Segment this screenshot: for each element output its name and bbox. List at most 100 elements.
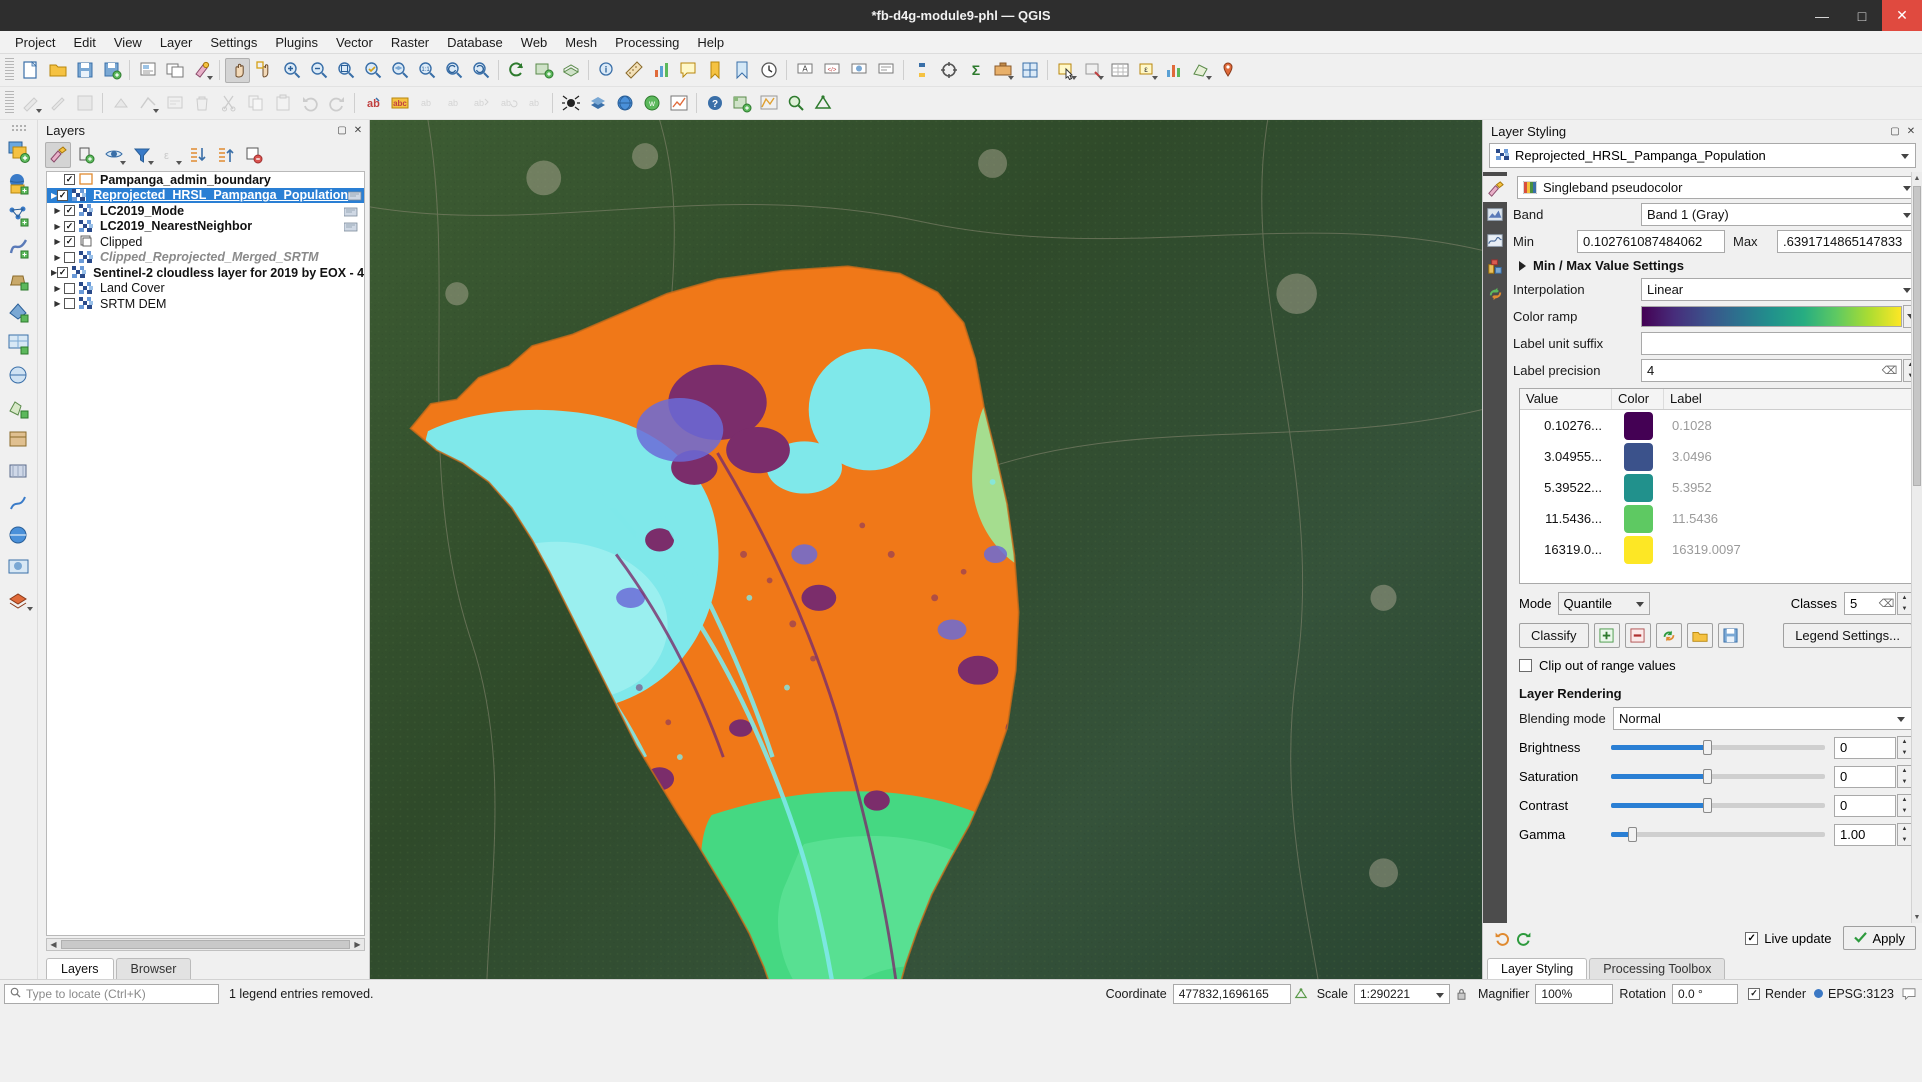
geometry-checker-icon[interactable] — [810, 91, 835, 116]
zoom-native-icon[interactable]: 1:1 — [414, 58, 439, 83]
save-project-icon[interactable] — [72, 58, 97, 83]
saturation-slider[interactable] — [1611, 769, 1825, 784]
pan-map-icon[interactable] — [225, 57, 250, 83]
load-ramp-icon[interactable] — [1686, 623, 1713, 648]
layers-tree[interactable]: ✓ Pampanga_admin_boundary ▶ ✓ Reprojecte… — [46, 171, 365, 936]
class-color-swatch[interactable] — [1612, 535, 1664, 564]
add-class-icon[interactable] — [1593, 623, 1620, 648]
maximize-button[interactable]: □ — [1842, 0, 1882, 31]
class-color-swatch[interactable] — [1612, 442, 1664, 471]
menu-plugins[interactable]: Plugins — [266, 33, 327, 52]
layer-row-clipped-reprojected-merged-srtm[interactable]: ▶ Clipped_Reprojected_Merged_SRTM — [47, 250, 364, 266]
styling-layer-selector[interactable]: Reprojected_HRSL_Pampanga_Population — [1489, 143, 1916, 168]
classify-button[interactable]: Classify — [1519, 623, 1589, 648]
brightness-input[interactable]: 0 — [1834, 736, 1896, 759]
slider-knob[interactable] — [1703, 740, 1713, 755]
toolbar-grip[interactable] — [5, 91, 14, 115]
new-bookmark-icon[interactable] — [702, 58, 727, 83]
layer-visibility-checkbox[interactable]: ✓ — [57, 267, 69, 279]
live-update-checkbox-row[interactable]: ✓ Live update — [1745, 931, 1831, 946]
paste-features-icon[interactable] — [270, 91, 295, 116]
text-annotation-icon[interactable]: A — [792, 58, 817, 83]
contrast-input[interactable]: 0 — [1834, 794, 1896, 817]
table-row[interactable]: 0.10276... 0.1028 — [1520, 410, 1911, 441]
contrast-slider[interactable] — [1611, 798, 1825, 813]
layer-visibility-checkbox[interactable] — [64, 251, 75, 263]
new-memory-layer-icon[interactable] — [4, 456, 34, 486]
layer-row-reprojected-hrsl-pampanga-population[interactable]: ▶ ✓ Reprojected_HRSL_Pampanga_Population — [47, 187, 364, 203]
open-attribute-table-icon[interactable] — [1107, 58, 1132, 83]
class-label[interactable]: 11.5436 — [1664, 511, 1911, 526]
layer-visibility-checkbox[interactable]: ✓ — [64, 205, 75, 217]
class-color-swatch[interactable] — [1612, 473, 1664, 502]
layer-visibility-checkbox[interactable]: ✓ — [64, 220, 75, 232]
class-color-swatch[interactable] — [1612, 411, 1664, 440]
histogram-tab-icon[interactable] — [1484, 228, 1506, 254]
toolbar-grip[interactable] — [5, 58, 14, 82]
label-toolbar-icon[interactable]: ab — [360, 91, 385, 116]
pyramids-tab-icon[interactable] — [1484, 280, 1506, 306]
search-plugin-icon[interactable] — [783, 91, 808, 116]
minmax-value-settings-expander[interactable]: Min / Max Value Settings — [1519, 258, 1918, 273]
tab-processing-toolbox[interactable]: Processing Toolbox — [1589, 958, 1726, 979]
add-point-layer-icon[interactable] — [4, 200, 34, 230]
contrast-stepper[interactable]: ▲ ▼ — [1897, 794, 1912, 817]
class-value[interactable]: 0.10276... — [1520, 418, 1612, 433]
new-map-view-icon[interactable] — [531, 58, 556, 83]
add-delimited-text-layer-icon[interactable] — [4, 232, 34, 262]
redo-icon[interactable] — [324, 91, 349, 116]
table-row[interactable]: 3.04955... 3.0496 — [1520, 441, 1911, 472]
toggle-editing-icon[interactable] — [45, 91, 70, 116]
render-checkbox[interactable]: ✓ — [1747, 987, 1760, 1000]
layers-horizontal-scrollbar[interactable]: ◀ ▶ — [46, 938, 365, 951]
brightness-stepper[interactable]: ▲ ▼ — [1897, 736, 1912, 759]
layer-visibility-checkbox[interactable] — [64, 282, 75, 294]
show-hide-labels-icon[interactable]: ab — [441, 91, 466, 116]
zoom-to-layer-icon[interactable] — [387, 58, 412, 83]
lock-scale-icon[interactable] — [1450, 987, 1472, 1001]
undock-panel-icon[interactable]: ▢ — [335, 124, 349, 138]
messages-log-icon[interactable] — [1900, 987, 1918, 1000]
openlayers-plugin-icon[interactable] — [585, 91, 610, 116]
vertex-tool-icon[interactable] — [135, 91, 160, 116]
toolbar-grip[interactable] — [10, 124, 27, 132]
expand-all-icon[interactable] — [185, 142, 211, 168]
manage-map-themes-icon[interactable] — [101, 142, 127, 168]
show-bookmarks-icon[interactable] — [729, 58, 754, 83]
add-spatialite-layer-icon[interactable] — [4, 264, 34, 294]
zoom-last-icon[interactable] — [441, 58, 466, 83]
zoom-full-icon[interactable] — [333, 58, 358, 83]
classes-stepper[interactable]: ▲ ▼ — [1897, 592, 1912, 615]
table-row[interactable]: 5.39522... 5.3952 — [1520, 472, 1911, 503]
blending-mode-select[interactable]: Normal — [1613, 707, 1912, 730]
select-features-icon[interactable] — [1053, 58, 1078, 83]
expand-arrow[interactable]: ▶ — [51, 237, 64, 246]
clear-icon[interactable]: ⌫ — [1879, 597, 1895, 610]
layer-visibility-checkbox[interactable]: ✓ — [64, 236, 75, 248]
menu-settings[interactable]: Settings — [201, 33, 266, 52]
map-tips-icon[interactable] — [675, 58, 700, 83]
band-select[interactable]: Band 1 (Gray) — [1641, 203, 1918, 226]
expand-arrow[interactable]: ▶ — [51, 299, 64, 308]
add-layer-stack-icon[interactable] — [4, 584, 34, 614]
minimize-button[interactable]: — — [1802, 0, 1842, 31]
filter-legend-icon[interactable] — [129, 142, 155, 168]
select-by-expression-icon[interactable]: ε — [1134, 58, 1159, 83]
add-virtual-layer-icon[interactable] — [4, 360, 34, 390]
menu-project[interactable]: Project — [6, 33, 64, 52]
legend-settings-button[interactable]: Legend Settings... — [1783, 623, 1912, 648]
locator-search-input[interactable]: Type to locate (Ctrl+K) — [4, 983, 219, 1004]
highlight-labels-icon[interactable]: abc — [387, 91, 412, 116]
live-update-checkbox[interactable]: ✓ — [1745, 931, 1759, 945]
modify-attributes-icon[interactable] — [162, 91, 187, 116]
svg-annotation-icon[interactable] — [846, 58, 871, 83]
redo-style-icon[interactable] — [1513, 926, 1537, 950]
mode-select[interactable]: Quantile — [1557, 592, 1650, 615]
new-shapefile-layer-icon[interactable] — [4, 392, 34, 422]
interpolation-select[interactable]: Linear — [1641, 278, 1918, 301]
layer-edit-badge-icon[interactable] — [343, 206, 358, 217]
magnifier-input[interactable]: 100% — [1535, 983, 1614, 1004]
class-value[interactable]: 5.39522... — [1520, 480, 1612, 495]
layer-visibility-checkbox[interactable] — [64, 298, 75, 310]
close-panel-icon[interactable]: ✕ — [1904, 125, 1918, 139]
